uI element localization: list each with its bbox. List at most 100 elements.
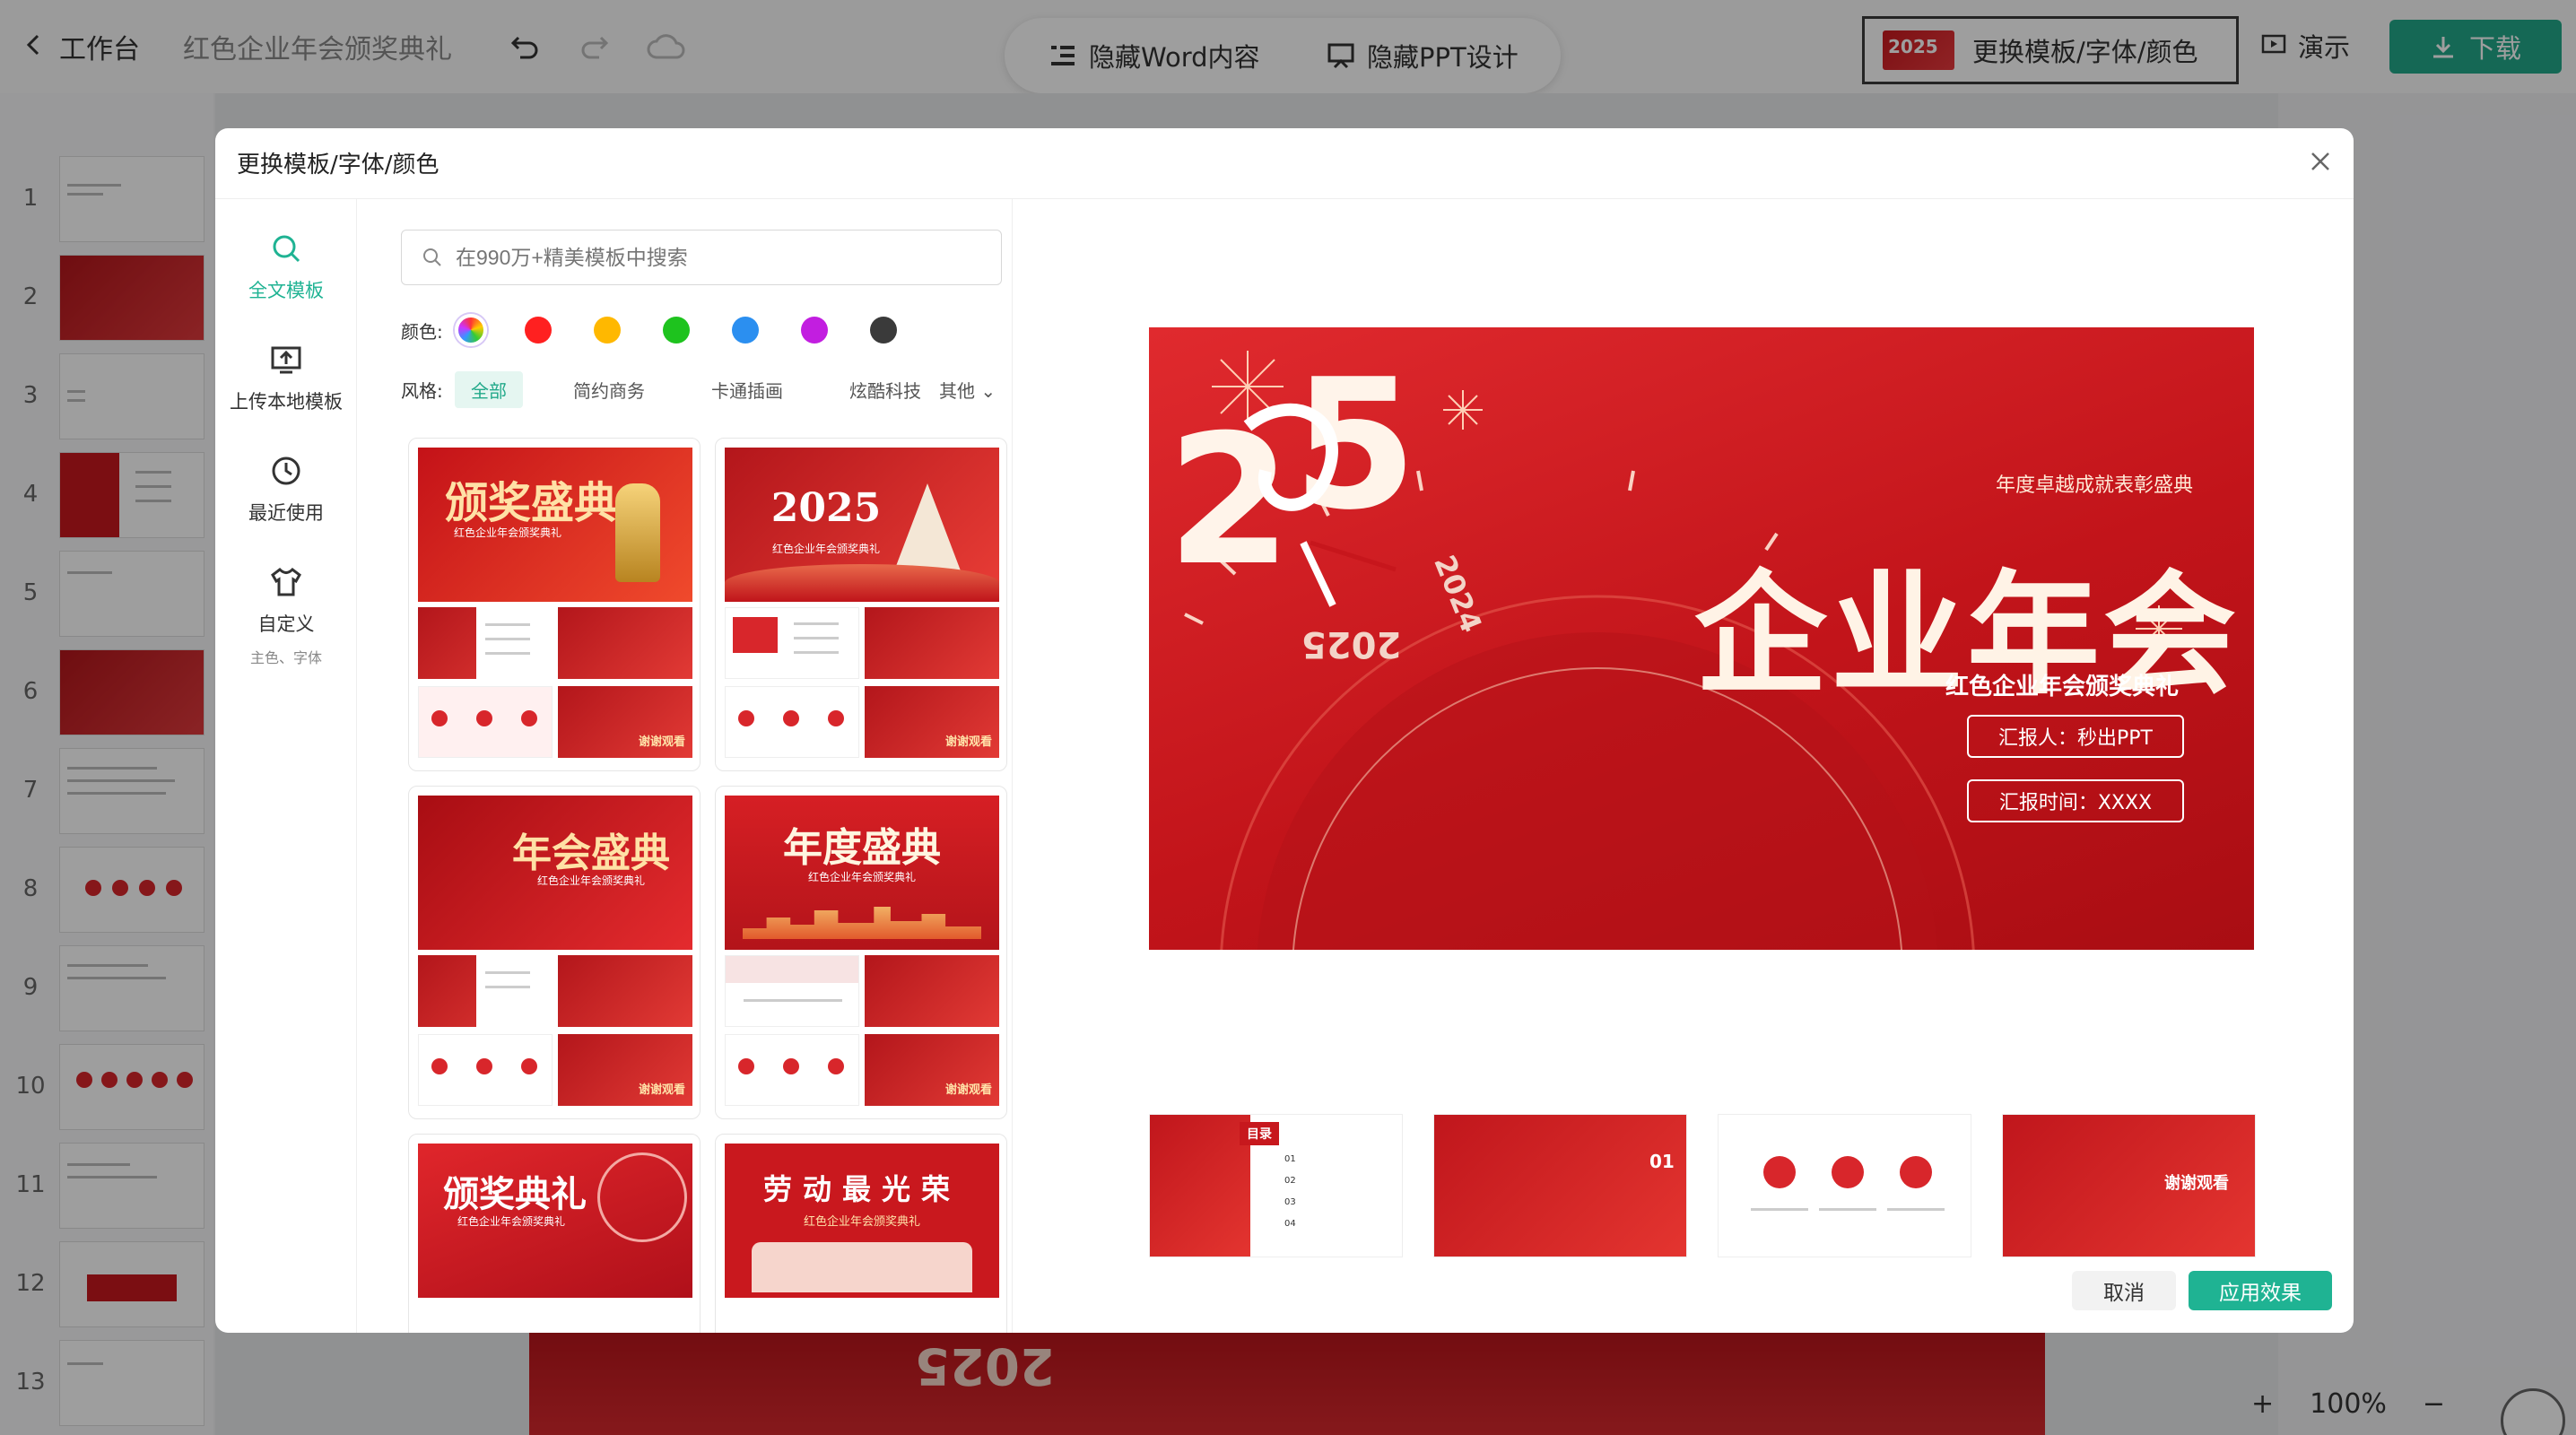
preview-time: 汇报时间：XXXX bbox=[1998, 792, 2153, 814]
card-mini-slide bbox=[725, 607, 859, 679]
card-mini-label: 谢谢观看 bbox=[944, 1083, 992, 1097]
template-card-cover: 颁奖盛典 红色企业年会颁奖典礼 bbox=[418, 448, 692, 602]
thumb-label: 01 bbox=[1649, 1151, 1675, 1172]
sidebar-item-sublabel: 主色、字体 bbox=[249, 649, 322, 666]
toc-item: 01 bbox=[1284, 1154, 1296, 1164]
style-tab-tech[interactable]: 炫酷科技 bbox=[833, 371, 937, 408]
template-search-box[interactable] bbox=[401, 230, 1002, 285]
toc-item: 03 bbox=[1284, 1197, 1296, 1207]
search-icon bbox=[273, 235, 300, 263]
template-card[interactable]: 年会盛典 红色企业年会颁奖典礼 谢谢观看 bbox=[408, 786, 701, 1119]
style-filter: 风格: 全部 简约商务 卡通插画 炫酷科技 其他 ⌄ bbox=[401, 371, 996, 408]
template-card[interactable]: 年度盛典 红色企业年会颁奖典礼 谢谢观看 bbox=[715, 786, 1007, 1119]
color-label: 颜色: bbox=[401, 320, 443, 343]
card-mini-slide bbox=[725, 955, 859, 1027]
sidebar-item-upload[interactable]: 上传本地模板 bbox=[215, 343, 357, 414]
style-more-dropdown[interactable]: 其他 ⌄ bbox=[939, 377, 1012, 403]
card-mini-slide: 谢谢观看 bbox=[865, 686, 999, 758]
card-title: 年会盛典 bbox=[512, 831, 670, 876]
template-card-cover: 2025 红色企业年会颁奖典礼 bbox=[725, 448, 999, 602]
trophy-icon bbox=[615, 483, 660, 582]
card-mini-slide bbox=[418, 1034, 553, 1106]
color-swatch-green[interactable] bbox=[663, 317, 690, 344]
clock-icon bbox=[272, 457, 300, 485]
style-label: 风格: bbox=[401, 380, 443, 402]
color-all-swatch[interactable] bbox=[455, 314, 487, 346]
card-mini-label: 谢谢观看 bbox=[944, 735, 992, 749]
search-input[interactable] bbox=[456, 245, 958, 270]
style-more-label: 其他 bbox=[939, 380, 975, 402]
template-preview: 2 5 2025 2024 年度卓越成就表彰盛典 企业年会 红色企业年会颁奖典礼… bbox=[1149, 327, 2254, 950]
city-skyline-ornament bbox=[743, 907, 981, 939]
card-mini-slide: 谢谢观看 bbox=[558, 686, 692, 758]
preview-thumb-content[interactable] bbox=[1718, 1114, 1971, 1257]
cancel-button[interactable]: 取消 bbox=[2072, 1271, 2176, 1310]
card-subtitle: 红色企业年会颁奖典礼 bbox=[803, 1215, 920, 1229]
card-mini-slide bbox=[418, 607, 553, 679]
sidebar-item-label: 自定义 bbox=[257, 613, 315, 635]
preview-subtitle: 红色企业年会颁奖典礼 bbox=[1945, 674, 2180, 700]
upload-icon bbox=[271, 346, 301, 374]
card-mini-slide bbox=[558, 955, 692, 1027]
card-mini-label: 谢谢观看 bbox=[638, 735, 685, 749]
template-card[interactable]: 2025 红色企业年会颁奖典礼 谢谢观看 bbox=[715, 438, 1007, 771]
card-mini-slide: 谢谢观看 bbox=[865, 1034, 999, 1106]
template-panel: 颜色: 风格: 全部 简约商务 卡通插画 炫酷科技 其他 ⌄ 颁奖盛典 红色企业… bbox=[358, 199, 1013, 1333]
close-icon[interactable] bbox=[2305, 146, 2336, 177]
card-title: 劳动最光荣 bbox=[762, 1172, 961, 1206]
template-card-cover: 年度盛典 红色企业年会颁奖典礼 bbox=[725, 796, 999, 950]
toc-item: 04 bbox=[1284, 1219, 1296, 1229]
template-card-cover: 年会盛典 红色企业年会颁奖典礼 bbox=[418, 796, 692, 950]
template-card-cover: 颁奖典礼 红色企业年会颁奖典礼 bbox=[418, 1144, 692, 1298]
apply-button[interactable]: 应用效果 bbox=[2189, 1271, 2332, 1310]
triangle-ornament-icon bbox=[893, 483, 962, 573]
template-card[interactable]: 颁奖盛典 红色企业年会颁奖典礼 谢谢观看 bbox=[408, 438, 701, 771]
template-card[interactable]: 颁奖典礼 红色企业年会颁奖典礼 bbox=[408, 1134, 701, 1333]
preview-reporter-box: 汇报人：秒出PPT bbox=[1967, 715, 2184, 758]
preview-thumb-toc[interactable]: 目录 01 02 03 04 bbox=[1149, 1114, 1403, 1257]
preview-kicker: 年度卓越成就表彰盛典 bbox=[1996, 474, 2194, 497]
card-mini-slide bbox=[418, 686, 553, 758]
template-card-cover: 劳动最光荣 红色企业年会颁奖典礼 bbox=[725, 1144, 999, 1298]
card-subtitle: 红色企业年会颁奖典礼 bbox=[536, 874, 645, 887]
card-title: 年度盛典 bbox=[783, 825, 941, 871]
card-mini-slide bbox=[558, 607, 692, 679]
preview-thumb-thanks[interactable]: 谢谢观看 bbox=[2002, 1114, 2256, 1257]
card-mini-slide bbox=[865, 607, 999, 679]
sidebar-item-label: 上传本地模板 bbox=[230, 391, 343, 413]
sidebar-item-full-templates[interactable]: 全文模板 bbox=[215, 231, 357, 303]
color-swatch-red[interactable] bbox=[525, 317, 552, 344]
dialog-sidebar: 全文模板 上传本地模板 最近使用 自定义 主色、字体 bbox=[215, 199, 357, 1333]
thumb-label: 谢谢观看 bbox=[2164, 1174, 2229, 1193]
color-swatch-yellow[interactable] bbox=[594, 317, 621, 344]
card-mini-slide bbox=[418, 955, 553, 1027]
thumb-label: 目录 bbox=[1240, 1122, 1279, 1145]
toc-item: 02 bbox=[1284, 1176, 1296, 1186]
fist-illustration bbox=[752, 1242, 972, 1292]
color-swatch-blue[interactable] bbox=[732, 317, 759, 344]
card-subtitle: 红色企业年会颁奖典礼 bbox=[807, 871, 916, 883]
sidebar-item-recent[interactable]: 最近使用 bbox=[215, 454, 357, 526]
sidebar-item-label: 最近使用 bbox=[248, 502, 324, 524]
style-tab-all[interactable]: 全部 bbox=[455, 371, 523, 408]
template-dialog: 更换模板/字体/颜色 全文模板 上传本地模板 最近使用 自定义 主色、字体 颜色… bbox=[215, 128, 2354, 1333]
style-tab-business[interactable]: 简约商务 bbox=[557, 371, 661, 408]
color-swatch-purple[interactable] bbox=[801, 317, 828, 344]
color-swatch-black[interactable] bbox=[870, 317, 897, 344]
dialog-title: 更换模板/字体/颜色 bbox=[237, 152, 439, 178]
shirt-icon bbox=[271, 568, 301, 596]
card-mini-slide bbox=[725, 1034, 859, 1106]
preview-thumb-section[interactable]: 01 bbox=[1433, 1114, 1687, 1257]
card-mini-slide bbox=[725, 686, 859, 758]
card-mini-slide bbox=[865, 955, 999, 1027]
preview-time-box: 汇报时间：XXXX bbox=[1967, 779, 2184, 822]
dial-2025-text: 2025 bbox=[1301, 623, 1402, 665]
search-icon bbox=[423, 248, 441, 266]
color-filter: 颜色: bbox=[401, 314, 939, 346]
sidebar-item-label: 全文模板 bbox=[248, 280, 324, 301]
card-mini-label: 谢谢观看 bbox=[638, 1083, 685, 1097]
template-card[interactable]: 劳动最光荣 红色企业年会颁奖典礼 bbox=[715, 1134, 1007, 1333]
card-mini-slide: 谢谢观看 bbox=[558, 1034, 692, 1106]
style-tab-cartoon[interactable]: 卡通插画 bbox=[695, 371, 799, 408]
sidebar-item-custom[interactable]: 自定义 主色、字体 bbox=[215, 565, 357, 667]
